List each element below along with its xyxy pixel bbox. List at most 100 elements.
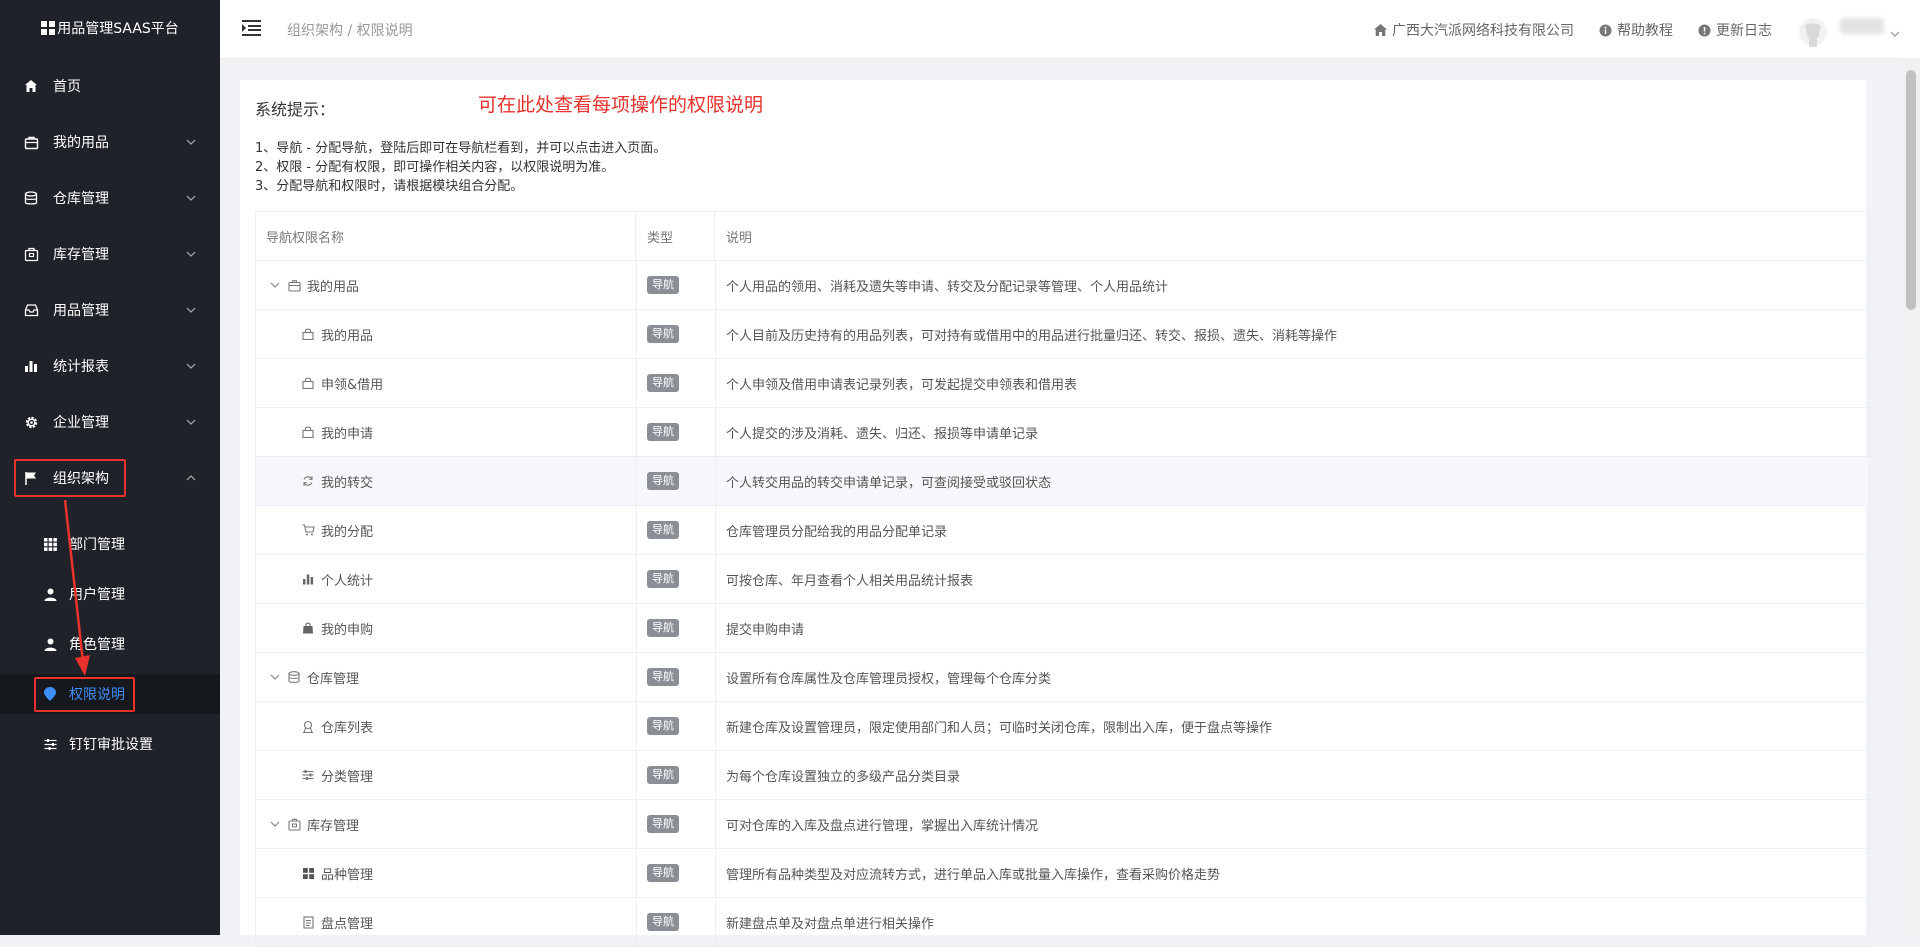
menu-toggle-icon[interactable]: [242, 19, 262, 37]
sidebar-subitem-roles[interactable]: 角色管理: [0, 624, 220, 664]
row-name: 我的申购: [321, 622, 374, 638]
company-link[interactable]: 广西大汽派网络科技有限公司: [1373, 20, 1574, 40]
vertical-scrollbar[interactable]: [1902, 58, 1920, 935]
table-row[interactable]: 申领&借用 导航 个人申领及借用申请表记录列表，可发起提交申领表和借用表: [256, 359, 1869, 408]
type-tag: 导航: [647, 423, 679, 441]
type-tag: 导航: [647, 325, 679, 343]
company-name: 广西大汽派网络科技有限公司: [1392, 23, 1574, 39]
column-header-name: 导航权限名称: [256, 212, 636, 260]
info-icon: [1598, 23, 1612, 37]
sidebar-item-label: 企业管理: [53, 415, 109, 431]
breadcrumb: 组织架构 / 权限说明: [287, 23, 413, 39]
table-row[interactable]: 我的分配 导航 仓库管理员分配给我的用品分配单记录: [256, 506, 1869, 555]
row-name: 我的申请: [321, 426, 374, 442]
row-name: 我的用品: [321, 328, 374, 344]
table-row[interactable]: 我的申请 导航 个人提交的涉及消耗、遗失、归还、报损等申请单记录: [256, 408, 1869, 457]
lock-bag-icon: [301, 425, 315, 439]
sliders-icon: [42, 736, 58, 752]
row-description: 新建盘点单及对盘点单进行相关操作: [726, 916, 935, 932]
column-header-description: 说明: [726, 230, 753, 246]
chevron-down-icon: [186, 249, 196, 259]
shopping-bag-icon: [301, 621, 315, 635]
annotation-arrow: [63, 500, 90, 676]
row-name: 我的用品: [307, 279, 360, 295]
sidebar-item-label: 首页: [53, 79, 81, 95]
row-description: 个人转交用品的转交申请单记录，可查阅接受或驳回状态: [726, 475, 1052, 491]
row-name: 品种管理: [321, 867, 374, 883]
row-name: 仓库列表: [321, 720, 374, 736]
inventory-icon: [22, 245, 40, 263]
lock-bag-icon: [301, 376, 315, 390]
table-row[interactable]: 分类管理 导航 为每个仓库设置独立的多级产品分类目录: [256, 751, 1869, 800]
row-name: 个人统计: [321, 573, 374, 589]
changelog-link[interactable]: 更新日志: [1697, 20, 1772, 40]
table-row[interactable]: 盘点管理 导航 新建盘点单及对盘点单进行相关操作: [256, 898, 1869, 947]
chevron-down-icon: [186, 361, 196, 371]
sidebar-subitem-dingtalk[interactable]: 钉钉审批设置: [0, 724, 220, 764]
grid-icon: [301, 866, 315, 880]
chevron-down-icon: [186, 193, 196, 203]
sidebar-item-home[interactable]: 首页: [0, 66, 220, 106]
sidebar-subitem-departments[interactable]: 部门管理: [0, 524, 220, 564]
scrollbar-thumb[interactable]: [1906, 70, 1916, 310]
sidebar-item-inventory[interactable]: 库存管理: [0, 234, 220, 274]
chevron-down-icon[interactable]: [1890, 22, 1900, 41]
table-row[interactable]: 品种管理 导航 管理所有品种类型及对应流转方式，进行单品入库或批量入库操作，查看…: [256, 849, 1869, 898]
type-tag: 导航: [647, 276, 679, 294]
row-description: 可按仓库、年月查看个人相关用品统计报表: [726, 573, 974, 589]
avatar[interactable]: [1798, 17, 1828, 47]
table-row[interactable]: 仓库列表 导航 新建仓库及设置管理员，限定使用部门和人员；可临时关闭仓库，限制出…: [256, 702, 1869, 751]
user-role-icon: [42, 636, 58, 652]
type-tag: 导航: [647, 374, 679, 392]
sliders-icon: [301, 768, 315, 782]
sidebar-item-label: 库存管理: [53, 247, 109, 263]
table-row[interactable]: 我的申购 导航 提交申购申请: [256, 604, 1869, 653]
bar-chart-icon: [301, 572, 315, 586]
warehouse-icon: [301, 719, 315, 733]
row-description: 个人提交的涉及消耗、遗失、归还、报损等申请单记录: [726, 426, 1039, 442]
sidebar-item-warehouse[interactable]: 仓库管理: [0, 178, 220, 218]
top-header: 组织架构 / 权限说明 广西大汽派网络科技有限公司 帮助教程 更新日志: [220, 0, 1920, 59]
row-description: 仓库管理员分配给我的用品分配单记录: [726, 524, 948, 540]
sidebar-item-reports[interactable]: 统计报表: [0, 346, 220, 386]
table-row[interactable]: 我的用品 导航 个人用品的领用、消耗及遗失等申请、转交及分配记录等管理、个人用品…: [256, 261, 1869, 310]
tip-line: 2、权限 - 分配有权限，即可操作相关内容，以权限说明为准。: [255, 160, 615, 175]
brand[interactable]: 用品管理SAAS平台: [0, 0, 220, 56]
type-tag: 导航: [647, 815, 679, 833]
chevron-down-icon[interactable]: [269, 671, 281, 683]
column-header-type: 类型: [637, 212, 715, 260]
row-name: 仓库管理: [307, 671, 360, 687]
type-tag: 导航: [647, 717, 679, 735]
type-tag: 导航: [647, 766, 679, 784]
permission-table: 导航权限名称 类型 说明 我的用品 导航 个人用品的领用、消耗及遗失等申请、转交…: [255, 211, 1870, 947]
type-tag: 导航: [647, 619, 679, 637]
table-row[interactable]: 库存管理 导航 可对仓库的入库及盘点进行管理，掌握出入库统计情况: [256, 800, 1869, 849]
tip-line: 1、导航 - 分配导航，登陆后即可在导航栏看到，并可以点击进入页面。: [255, 141, 667, 156]
username-blurred[interactable]: [1840, 18, 1884, 34]
chevron-down-icon[interactable]: [269, 279, 281, 291]
table-header-row: 导航权限名称 类型 说明: [256, 212, 1869, 261]
row-name: 我的分配: [321, 524, 374, 540]
home-icon: [1373, 23, 1387, 37]
sidebar-item-label: 仓库管理: [53, 191, 109, 207]
row-description: 个人申领及借用申请表记录列表，可发起提交申领表和借用表: [726, 377, 1078, 393]
table-row[interactable]: 个人统计 导航 可按仓库、年月查看个人相关用品统计报表: [256, 555, 1869, 604]
row-description: 设置所有仓库属性及仓库管理员授权，管理每个仓库分类: [726, 671, 1052, 687]
annotation-highlight-box: [14, 459, 126, 497]
inventory-icon: [287, 817, 301, 831]
help-link[interactable]: 帮助教程: [1598, 20, 1673, 40]
sidebar-item-supplies[interactable]: 用品管理: [0, 290, 220, 330]
sidebar-item-my-supplies[interactable]: 我的用品: [0, 122, 220, 162]
row-description: 个人用品的领用、消耗及遗失等申请、转交及分配记录等管理、个人用品统计: [726, 279, 1169, 295]
table-row[interactable]: 仓库管理 导航 设置所有仓库属性及仓库管理员授权，管理每个仓库分类: [256, 653, 1869, 702]
lock-bag-icon: [301, 327, 315, 341]
table-row[interactable]: 我的用品 导航 个人目前及历史持有的用品列表，可对持有或借用中的用品进行批量归还…: [256, 310, 1869, 359]
sidebar-subitem-users[interactable]: 用户管理: [0, 574, 220, 614]
type-tag: 导航: [647, 668, 679, 686]
sidebar-item-enterprise[interactable]: 企业管理: [0, 402, 220, 442]
annotation-highlight-box: [34, 677, 135, 712]
chevron-down-icon[interactable]: [269, 818, 281, 830]
table-row[interactable]: 我的转交 导航 个人转交用品的转交申请单记录，可查阅接受或驳回状态: [256, 457, 1869, 506]
chevron-down-icon: [186, 417, 196, 427]
logo-grid-icon: [41, 21, 56, 35]
